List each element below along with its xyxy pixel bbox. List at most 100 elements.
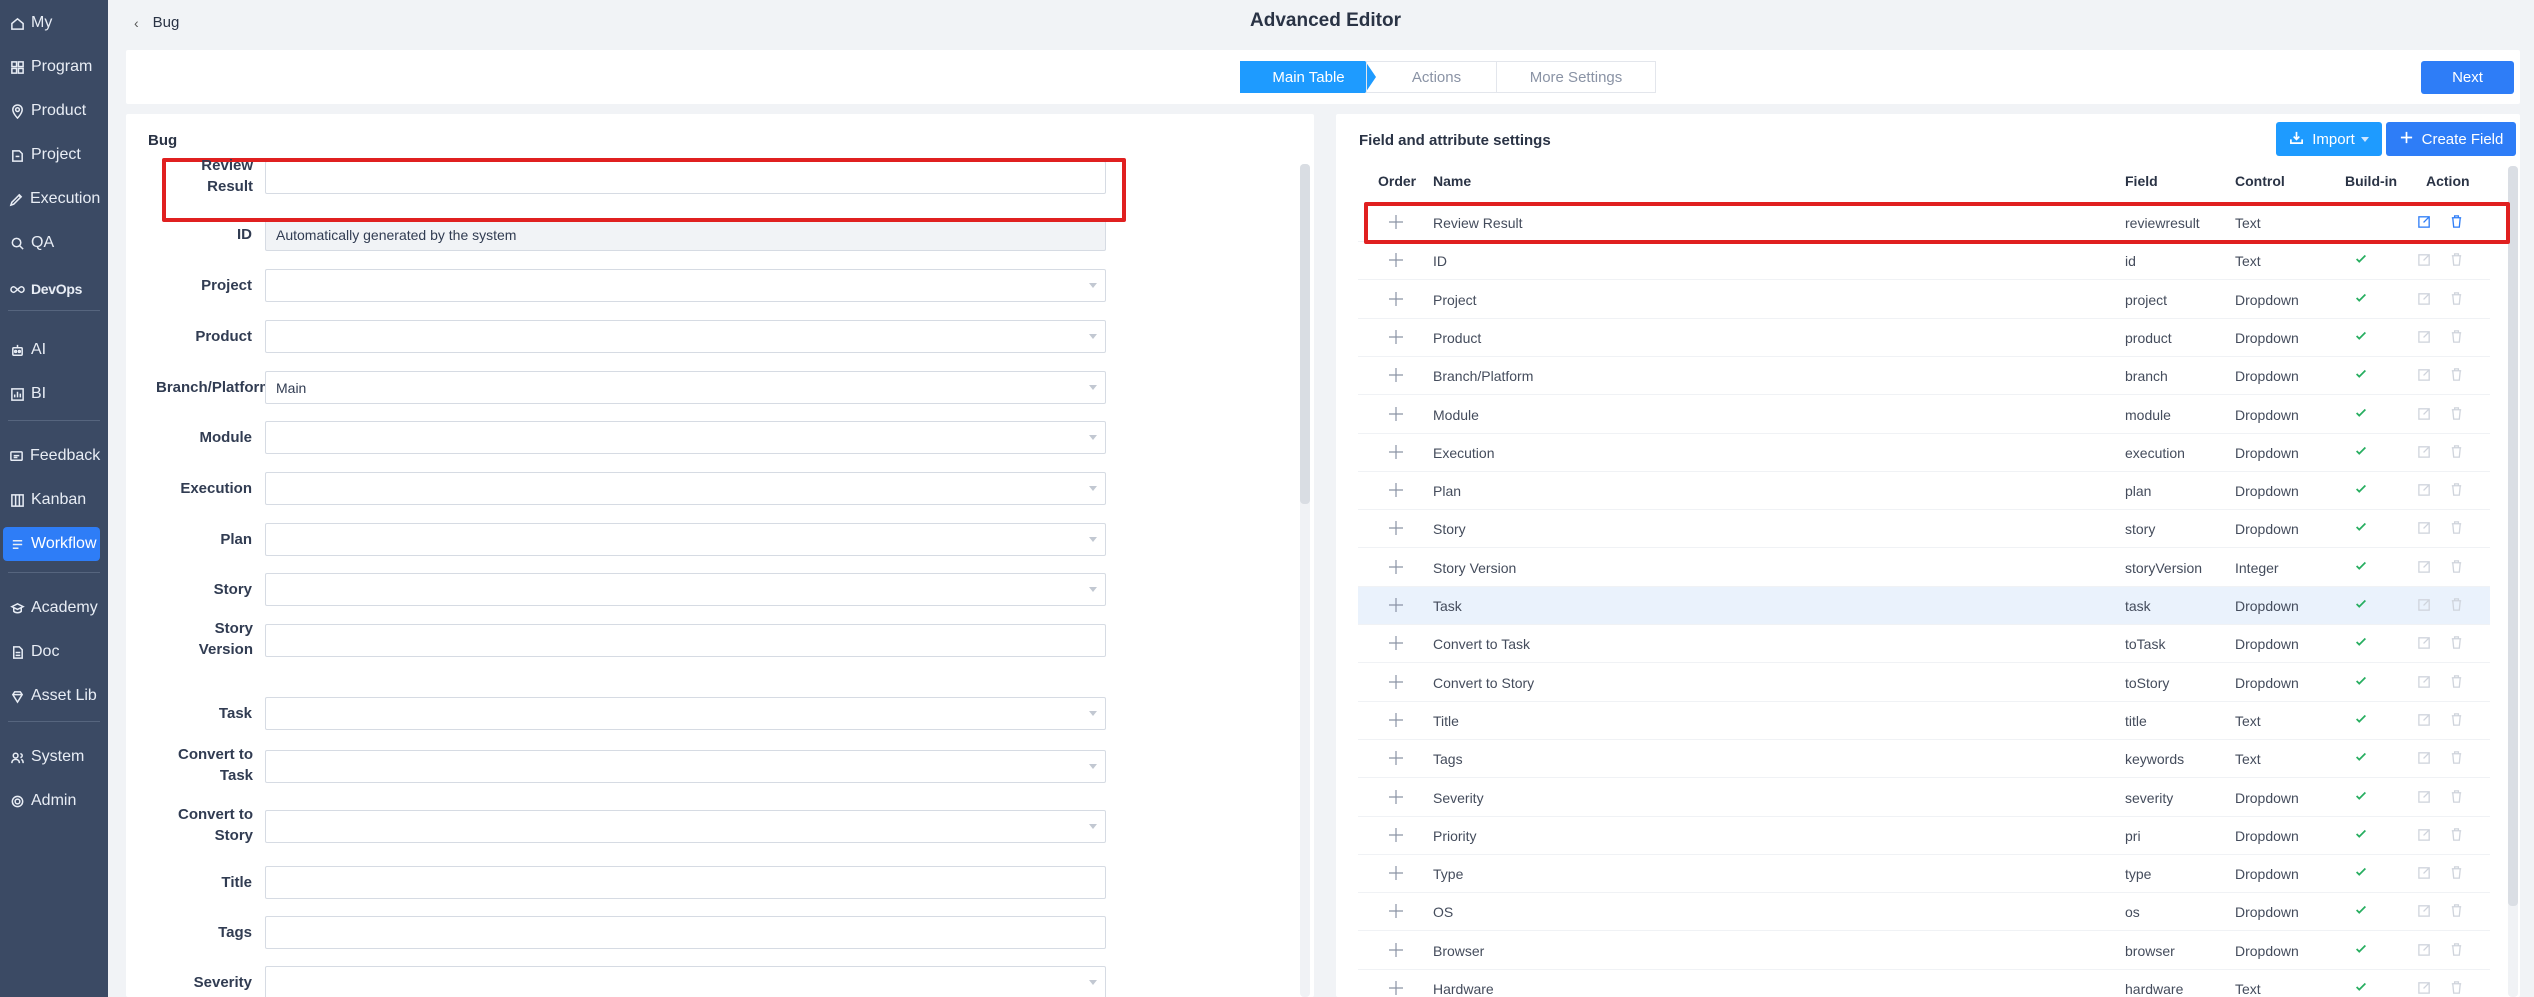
trash-icon[interactable] xyxy=(2449,942,2465,958)
table-row[interactable]: Tags keywords Text xyxy=(1358,740,2490,779)
form-input-convert-to-task[interactable] xyxy=(265,750,1106,783)
trash-icon[interactable] xyxy=(2449,789,2465,805)
drag-handle-icon[interactable] xyxy=(1388,635,1404,651)
step-main-table[interactable]: Main Table xyxy=(1240,61,1376,93)
table-row[interactable]: Convert to Story toStory Dropdown xyxy=(1358,664,2490,702)
sidebar-item-my[interactable]: My xyxy=(3,6,100,40)
trash-icon[interactable] xyxy=(2449,903,2465,919)
form-input-branch-platform[interactable]: Main xyxy=(265,371,1106,404)
edit-icon[interactable] xyxy=(2417,367,2433,383)
drag-handle-icon[interactable] xyxy=(1388,329,1404,345)
sidebar-item-bi[interactable]: BI xyxy=(3,377,100,411)
edit-icon[interactable] xyxy=(2417,329,2433,345)
sidebar-item-workflow[interactable]: Workflow xyxy=(3,527,100,561)
edit-icon[interactable] xyxy=(2417,903,2433,919)
sidebar-item-academy[interactable]: Academy xyxy=(3,591,100,625)
drag-handle-icon[interactable] xyxy=(1388,482,1404,498)
table-row[interactable]: Browser browser Dropdown xyxy=(1358,932,2490,970)
table-row[interactable]: Plan plan Dropdown xyxy=(1358,472,2490,511)
sidebar-item-system[interactable]: System xyxy=(3,740,100,774)
table-row[interactable]: Priority pri Dropdown xyxy=(1358,817,2490,855)
drag-handle-icon[interactable] xyxy=(1388,597,1404,613)
step-more-settings[interactable]: More Settings xyxy=(1496,61,1656,93)
edit-icon[interactable] xyxy=(2417,291,2433,307)
edit-icon[interactable] xyxy=(2417,674,2433,690)
sidebar-item-ai[interactable]: AI xyxy=(3,333,100,367)
edit-icon[interactable] xyxy=(2417,520,2433,536)
sidebar-item-admin[interactable]: Admin xyxy=(3,784,100,818)
sidebar-item-asset-lib[interactable]: Asset Lib xyxy=(3,679,100,713)
table-row[interactable]: Story story Dropdown xyxy=(1358,510,2490,549)
drag-handle-icon[interactable] xyxy=(1388,291,1404,307)
table-row[interactable]: Execution execution Dropdown xyxy=(1358,434,2490,472)
drag-handle-icon[interactable] xyxy=(1388,903,1404,919)
form-scrollbar-thumb[interactable] xyxy=(1300,164,1310,504)
edit-icon[interactable] xyxy=(2417,712,2433,728)
trash-icon[interactable] xyxy=(2449,520,2465,536)
edit-icon[interactable] xyxy=(2417,252,2433,268)
table-row[interactable]: Hardware hardware Text xyxy=(1358,970,2490,997)
trash-icon[interactable] xyxy=(2449,712,2465,728)
table-row[interactable]: Severity severity Dropdown xyxy=(1358,779,2490,817)
drag-handle-icon[interactable] xyxy=(1388,827,1404,843)
table-row[interactable]: Branch/Platform branch Dropdown xyxy=(1358,357,2490,396)
trash-icon[interactable] xyxy=(2449,750,2465,766)
create-field-button[interactable]: Create Field xyxy=(2386,122,2516,156)
trash-icon[interactable] xyxy=(2449,482,2465,498)
form-input-title[interactable] xyxy=(265,866,1106,899)
trash-icon[interactable] xyxy=(2449,980,2465,996)
form-input-convert-to-story[interactable] xyxy=(265,810,1106,843)
form-input-tags[interactable] xyxy=(265,916,1106,949)
trash-icon[interactable] xyxy=(2449,367,2465,383)
drag-handle-icon[interactable] xyxy=(1388,750,1404,766)
edit-icon[interactable] xyxy=(2417,482,2433,498)
table-scrollbar-thumb[interactable] xyxy=(2508,166,2518,906)
drag-handle-icon[interactable] xyxy=(1388,980,1404,996)
form-input-project[interactable] xyxy=(265,269,1106,302)
table-row[interactable]: Title title Text xyxy=(1358,702,2490,740)
trash-icon[interactable] xyxy=(2449,329,2465,345)
trash-icon[interactable] xyxy=(2449,865,2465,881)
table-row[interactable]: Story Version storyVersion Integer xyxy=(1358,549,2490,587)
form-input-execution[interactable] xyxy=(265,472,1106,505)
step-actions[interactable]: Actions xyxy=(1366,61,1496,93)
table-row[interactable]: Task task Dropdown xyxy=(1358,587,2490,625)
edit-icon[interactable] xyxy=(2417,635,2433,651)
table-row[interactable]: ID id Text xyxy=(1358,242,2490,281)
trash-icon[interactable] xyxy=(2449,827,2465,843)
back-link[interactable]: ‹ Bug xyxy=(134,14,179,31)
trash-icon[interactable] xyxy=(2449,674,2465,690)
sidebar-item-program[interactable]: Program xyxy=(3,50,100,84)
edit-icon[interactable] xyxy=(2417,444,2433,460)
edit-icon[interactable] xyxy=(2417,597,2433,613)
form-input-product[interactable] xyxy=(265,320,1106,353)
drag-handle-icon[interactable] xyxy=(1388,406,1404,422)
edit-icon[interactable] xyxy=(2417,559,2433,575)
drag-handle-icon[interactable] xyxy=(1388,789,1404,805)
table-row[interactable]: Module module Dropdown xyxy=(1358,396,2490,434)
edit-icon[interactable] xyxy=(2417,789,2433,805)
sidebar-item-execution[interactable]: Execution xyxy=(3,182,100,216)
import-button[interactable]: Import xyxy=(2276,122,2382,156)
drag-handle-icon[interactable] xyxy=(1388,674,1404,690)
form-input-plan[interactable] xyxy=(265,523,1106,556)
edit-icon[interactable] xyxy=(2417,980,2433,996)
drag-handle-icon[interactable] xyxy=(1388,520,1404,536)
table-row[interactable]: Project project Dropdown xyxy=(1358,281,2490,319)
edit-icon[interactable] xyxy=(2417,865,2433,881)
sidebar-item-devops[interactable]: DevOps xyxy=(3,272,100,306)
sidebar-item-kanban[interactable]: Kanban xyxy=(3,483,100,517)
trash-icon[interactable] xyxy=(2449,406,2465,422)
trash-icon[interactable] xyxy=(2449,635,2465,651)
form-input-severity[interactable] xyxy=(265,966,1106,997)
drag-handle-icon[interactable] xyxy=(1388,559,1404,575)
sidebar-item-qa[interactable]: QA xyxy=(3,226,100,260)
table-row[interactable]: Product product Dropdown xyxy=(1358,319,2490,357)
form-input-module[interactable] xyxy=(265,421,1106,454)
sidebar-item-feedback[interactable]: Feedback xyxy=(3,439,100,473)
trash-icon[interactable] xyxy=(2449,291,2465,307)
form-input-story-version[interactable] xyxy=(265,624,1106,657)
drag-handle-icon[interactable] xyxy=(1388,367,1404,383)
drag-handle-icon[interactable] xyxy=(1388,942,1404,958)
sidebar-item-doc[interactable]: Doc xyxy=(3,635,100,669)
